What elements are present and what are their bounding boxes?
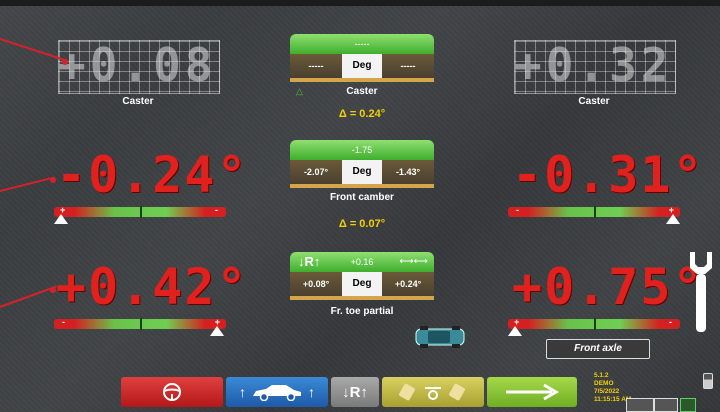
- center-caster-base: [290, 78, 434, 82]
- center-caster-unit: Deg: [342, 54, 382, 78]
- steering-wheel-icon: [163, 383, 181, 401]
- toe-icon: ↓R↑: [342, 383, 368, 401]
- camber-delta: Δ = 0.07°: [338, 218, 386, 230]
- toe-direction-icon: ↓R↑: [298, 254, 321, 269]
- toe-badge: R: [304, 254, 314, 269]
- center-camber-left-value: -2.07°: [290, 160, 342, 184]
- right-caster-label: Caster: [578, 96, 610, 107]
- center-caster-label: Caster: [346, 86, 378, 97]
- wrench-icon[interactable]: [684, 250, 718, 336]
- center-camber-base: [290, 184, 434, 188]
- adjust-tools-button[interactable]: [382, 377, 484, 407]
- center-camber-box: -1.75 -2.07° Deg -1.43°: [290, 140, 434, 188]
- right-toe-bar-center: [594, 318, 596, 330]
- front-axle-label: Front axle: [546, 339, 650, 359]
- center-toe-box: ↓R↑ +0.16 ⟷⟷ +0.08° Deg +0.24°: [290, 252, 434, 300]
- car-top-view-icon: [414, 326, 466, 348]
- left-toe-value: +0.42°: [56, 258, 249, 316]
- left-toe-bar-center: [140, 318, 142, 330]
- right-toe-bar-minus: -: [669, 317, 672, 327]
- right-camber-bar: - +: [508, 205, 680, 218]
- battery-icon: [703, 373, 713, 389]
- caster-delta: Δ = 0.24°: [338, 108, 386, 120]
- network-icon[interactable]: [680, 398, 696, 412]
- right-toe-value: +0.75°: [512, 258, 705, 316]
- center-toe-top: ↓R↑ +0.16 ⟷⟷: [290, 252, 434, 272]
- vehicle-up-arrow-left: ↑: [239, 384, 246, 400]
- left-camber-bar-center: [140, 206, 142, 218]
- center-camber-label: Front camber: [330, 192, 394, 203]
- center-toe-label: Fr. toe partial: [330, 306, 394, 317]
- center-caster-right-value: -----: [382, 54, 434, 78]
- left-camber-value: -0.24°: [56, 146, 249, 204]
- center-camber-right-value: -1.43°: [382, 160, 434, 184]
- left-camber-bar: + -: [54, 205, 226, 218]
- center-toe-unit: Deg: [342, 272, 382, 296]
- arrow-right-icon: [506, 383, 559, 401]
- caster-callout-line: [0, 38, 67, 62]
- vehicle-button[interactable]: ↑ ↑: [226, 377, 328, 407]
- vehicle-up-arrow-right: ↑: [308, 384, 315, 400]
- tools-icon: [399, 383, 465, 401]
- right-camber-bar-minus: -: [516, 205, 519, 215]
- right-caster-ghost-value: +0.32: [514, 38, 673, 92]
- right-camber-value: -0.31°: [512, 146, 705, 204]
- keyboard-icon[interactable]: [626, 398, 654, 412]
- left-toe-bar-minus: -: [62, 317, 65, 327]
- left-caster-label: Caster: [122, 96, 154, 107]
- toe-button[interactable]: ↓R↑: [331, 377, 379, 407]
- car-side-icon: [253, 385, 301, 401]
- center-toe-right-value: +0.24°: [382, 272, 434, 296]
- right-camber-bar-center: [594, 206, 596, 218]
- left-caster-ghost-value: +0.08: [58, 38, 217, 92]
- steering-wheel-button[interactable]: [121, 377, 223, 407]
- center-caster-box: ----- ----- Deg -----: [290, 34, 434, 82]
- toolbar-toe-badge: R: [349, 383, 361, 401]
- front-axle-text: Front axle: [574, 343, 622, 354]
- right-toe-bar: + -: [508, 317, 680, 330]
- next-button[interactable]: [487, 377, 577, 407]
- date-label: 7/5/2022: [594, 388, 620, 395]
- left-toe-marker: [210, 326, 224, 336]
- center-caster-top-value: -----: [290, 34, 434, 54]
- center-toe-top-value: +0.16: [350, 257, 374, 267]
- center-camber-top-value: -1.75: [290, 140, 434, 160]
- wrench-adjust-icon: ⟷⟷: [399, 256, 428, 267]
- mode-label: DEMO: [594, 380, 614, 387]
- keyboard-alt-icon[interactable]: [654, 398, 678, 412]
- center-camber-unit: Deg: [342, 160, 382, 184]
- version-number: 5.1.2: [594, 372, 609, 379]
- left-toe-bar: - +: [54, 317, 226, 330]
- center-toe-left-value: +0.08°: [290, 272, 342, 296]
- left-camber-marker: [54, 214, 68, 224]
- center-caster-left-value: -----: [290, 54, 342, 78]
- left-camber-bar-minus: -: [215, 205, 218, 215]
- right-toe-marker: [508, 326, 522, 336]
- center-toe-base: [290, 296, 434, 300]
- camber-callout-line: [0, 176, 55, 192]
- top-edge-bar: [0, 0, 720, 6]
- toe-callout-line: [0, 285, 57, 308]
- right-camber-marker: [666, 214, 680, 224]
